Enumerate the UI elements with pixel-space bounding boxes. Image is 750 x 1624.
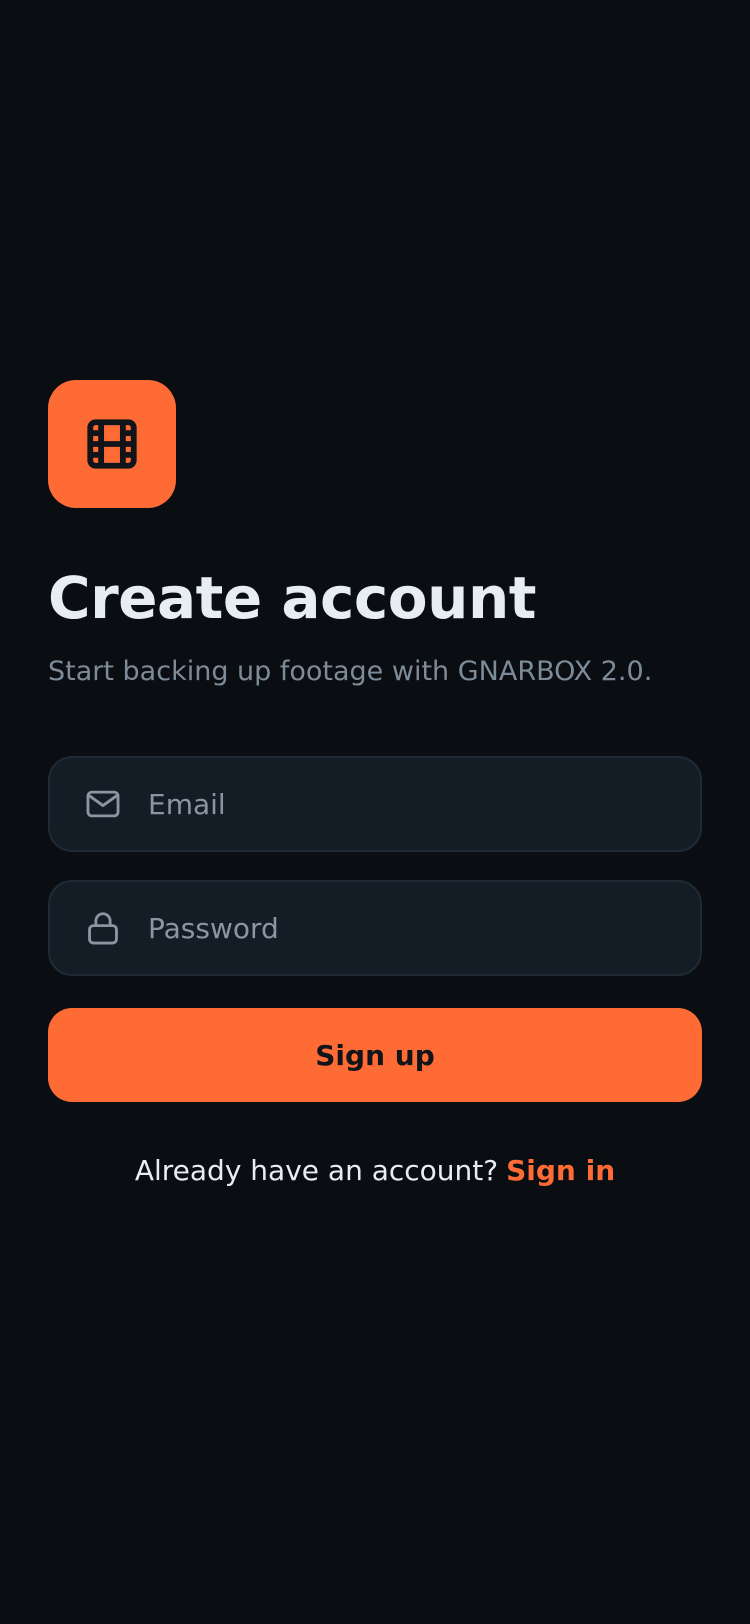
signin-prompt-text: Already have an account? (134, 1154, 499, 1187)
signup-screen: Create account Start backing up footage … (48, 380, 702, 1187)
page-title: Create account (48, 564, 536, 632)
email-input[interactable] (146, 773, 700, 835)
sign-in-link[interactable]: Sign in (506, 1154, 615, 1187)
lock-icon (84, 909, 122, 947)
film-icon (87, 419, 137, 469)
password-input[interactable] (146, 897, 700, 959)
email-field[interactable] (48, 756, 702, 852)
app-logo (48, 380, 176, 508)
signin-prompt: Already have an account? Sign in (48, 1154, 702, 1187)
page-subtitle: Start backing up footage with GNARBOX 2.… (48, 656, 653, 687)
password-field[interactable] (48, 880, 702, 976)
mail-icon (84, 785, 122, 823)
sign-up-button[interactable]: Sign up (48, 1008, 702, 1102)
